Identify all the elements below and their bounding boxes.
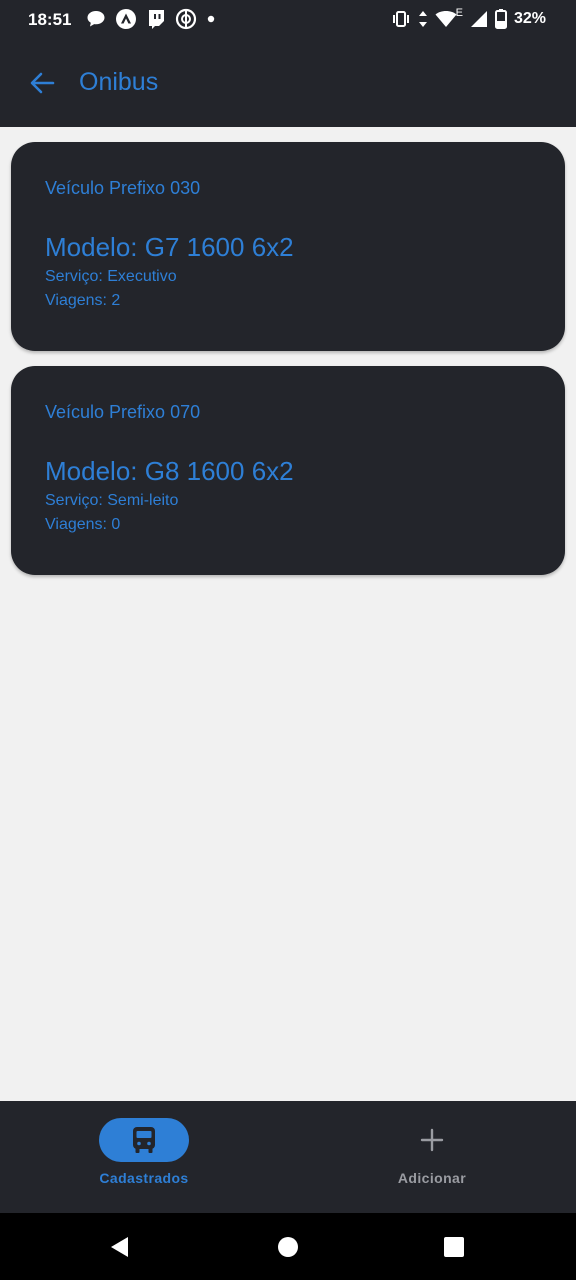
battery-icon: [494, 9, 507, 29]
nav-item-adicionar[interactable]: Adicionar: [288, 1101, 576, 1213]
nav-item-cadastrados[interactable]: Cadastrados: [0, 1101, 288, 1213]
system-home-button[interactable]: [274, 1233, 302, 1261]
vehicle-prefix: Veículo Prefixo 030: [45, 178, 201, 198]
system-navigation-bar: [0, 1213, 576, 1280]
back-button[interactable]: [26, 67, 58, 99]
vehicle-trips: Viagens: 2: [45, 292, 121, 309]
vehicle-trips: Viagens: 0: [45, 516, 121, 533]
signal-icon: [470, 11, 487, 27]
vehicle-prefix: Veículo Prefixo 070: [45, 402, 201, 422]
network-type: E: [455, 7, 463, 19]
nav-label-adicionar: Adicionar: [397, 1170, 467, 1186]
vpn-icon: [175, 8, 197, 30]
dot-icon: [207, 15, 215, 23]
nextdns-icon: [116, 9, 136, 29]
vehicle-model: Modelo: G7 1600 6x2: [45, 232, 294, 262]
vehicle-service: Serviço: Semi-leito: [45, 492, 179, 509]
square-recents-icon: [444, 1237, 464, 1257]
vehicle-service: Serviço: Executivo: [45, 268, 177, 285]
status-time: 18:51: [28, 10, 72, 29]
plus-icon: [420, 1128, 444, 1152]
circle-home-icon: [278, 1237, 298, 1257]
twitch-icon: [149, 9, 164, 29]
wifi-icon: [435, 11, 457, 27]
nav-label-cadastrados: Cadastrados: [99, 1170, 189, 1186]
nav-active-indicator: [99, 1118, 189, 1162]
app-bar: Onibus: [0, 38, 576, 127]
system-recents-button[interactable]: [440, 1233, 468, 1261]
vehicle-model: Modelo: G8 1600 6x2: [45, 456, 294, 486]
triangle-back-icon: [111, 1237, 128, 1257]
bus-icon: [133, 1127, 155, 1153]
battery-percent: 32%: [513, 10, 546, 27]
system-status-icons: E 32%: [391, 7, 546, 30]
arrow-back-icon: [30, 72, 55, 94]
data-arrows-icon: [418, 11, 427, 27]
vehicle-card[interactable]: Veículo Prefixo 030 Modelo: G7 1600 6x2 …: [11, 142, 565, 351]
notification-icons: [86, 8, 216, 30]
page-title: Onibus: [79, 68, 159, 96]
chat-bubble-icon: [87, 11, 105, 27]
vehicle-card[interactable]: Veículo Prefixo 070 Modelo: G8 1600 6x2 …: [11, 366, 565, 575]
status-bar: 18:51 E 32%: [0, 0, 576, 38]
system-back-button[interactable]: [106, 1233, 134, 1261]
bottom-navigation: Cadastrados Adicionar: [0, 1101, 576, 1213]
nav-icon-container: [387, 1118, 477, 1162]
vibrate-icon: [392, 11, 409, 27]
